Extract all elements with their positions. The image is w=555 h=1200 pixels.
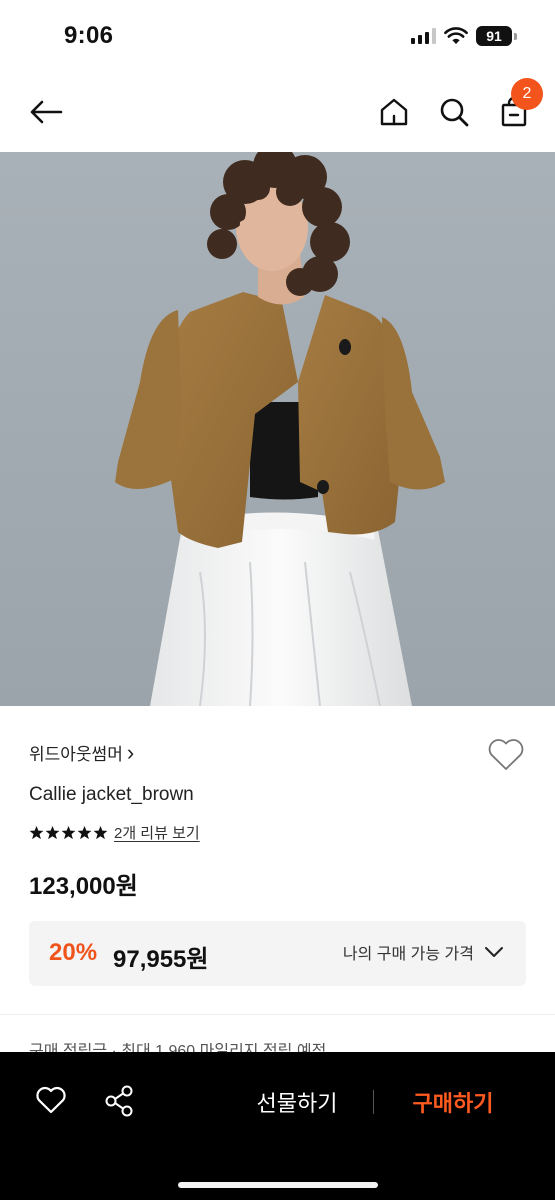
buy-button[interactable]: 구매하기 (380, 1086, 526, 1118)
battery-icon: 91 (476, 26, 517, 46)
back-button[interactable] (26, 92, 66, 132)
back-arrow-icon (30, 100, 63, 124)
product-image[interactable] (0, 152, 555, 706)
my-price-label: 나의 구매 가능 가격 (342, 946, 474, 963)
discount-rate: 20% (49, 939, 98, 966)
my-price-box[interactable]: 20% 97,955원 나의 구매 가능 가격 (29, 921, 526, 986)
star-icon (93, 825, 108, 840)
star-icon (29, 825, 44, 840)
cart-count-badge: 2 (511, 78, 543, 110)
heart-outline-icon (488, 739, 524, 770)
share-icon (105, 1085, 133, 1117)
rating-row: 2개 리뷰 보기 (29, 822, 200, 843)
discount-price: 97,955원 (113, 946, 209, 973)
original-price: 123,000원 (29, 873, 138, 900)
gift-button[interactable]: 선물하기 (224, 1086, 370, 1118)
button-separator (373, 1090, 374, 1114)
wishlist-button[interactable] (486, 735, 526, 773)
cellular-signal-icon (411, 28, 436, 44)
brand-link[interactable]: 위드아웃썸머 › (29, 740, 134, 765)
search-icon (440, 98, 469, 127)
review-link[interactable]: 2개 리뷰 보기 (114, 822, 200, 843)
bottom-action-bar: 선물하기 구매하기 (0, 1052, 555, 1200)
status-time: 9:06 (64, 22, 114, 49)
battery-level: 91 (476, 26, 512, 46)
search-button[interactable] (434, 92, 474, 132)
share-button[interactable] (103, 1084, 137, 1118)
star-icon (77, 825, 92, 840)
status-bar: 9:06 91 (0, 0, 555, 72)
chevron-right-icon: › (126, 740, 135, 765)
product-name: Callie jacket_brown (29, 784, 194, 805)
heart-outline-icon (36, 1086, 66, 1114)
star-icon (61, 825, 76, 840)
section-divider (0, 1014, 555, 1015)
my-price-toggle[interactable]: 나의 구매 가능 가격 (343, 940, 504, 964)
home-button[interactable] (374, 92, 414, 132)
star-rating (29, 825, 108, 840)
top-navigation (0, 72, 555, 152)
brand-name: 위드아웃썸머 (29, 745, 123, 764)
bottom-wishlist-button[interactable] (34, 1084, 68, 1118)
chevron-down-icon (485, 947, 503, 957)
wifi-icon (444, 27, 468, 44)
home-icon (380, 98, 408, 126)
status-indicators: 91 (411, 24, 517, 48)
star-icon (45, 825, 60, 840)
home-indicator[interactable] (178, 1182, 378, 1188)
product-photo (0, 152, 555, 706)
